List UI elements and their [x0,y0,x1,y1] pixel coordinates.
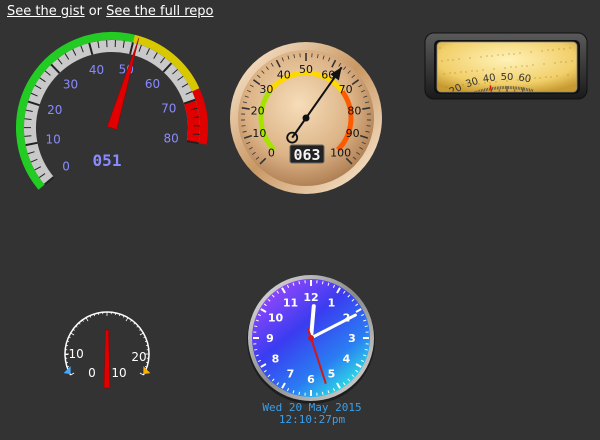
clock-tick [254,325,258,328]
analog-clock: 121234567891011 [247,275,375,404]
clock-number: 11 [283,296,298,309]
clock-number: 12 [303,291,318,304]
clock-time: 12:10:27pm [278,413,346,426]
clock-tick [321,391,324,395]
clock-tick [364,325,368,328]
clock-tick [298,281,301,285]
clock-number: 4 [343,353,351,366]
clock-tick [321,281,324,285]
clock-tick [364,348,368,351]
clock-number: 1 [328,296,336,309]
clock-number: 5 [328,368,336,381]
clock-number: 8 [272,353,280,366]
clock-number: 10 [268,312,284,325]
clock-hub [308,335,314,341]
clock-number: 6 [307,373,315,386]
clock-datetime: Wed 20 May 2015 12:10:27pm [232,402,392,426]
clock-tick [254,348,258,351]
hour-hand [309,304,316,340]
clock-number: 7 [287,368,295,381]
clock-tick [298,391,301,395]
clock-number: 3 [348,332,356,345]
clock-number: 9 [266,332,274,345]
